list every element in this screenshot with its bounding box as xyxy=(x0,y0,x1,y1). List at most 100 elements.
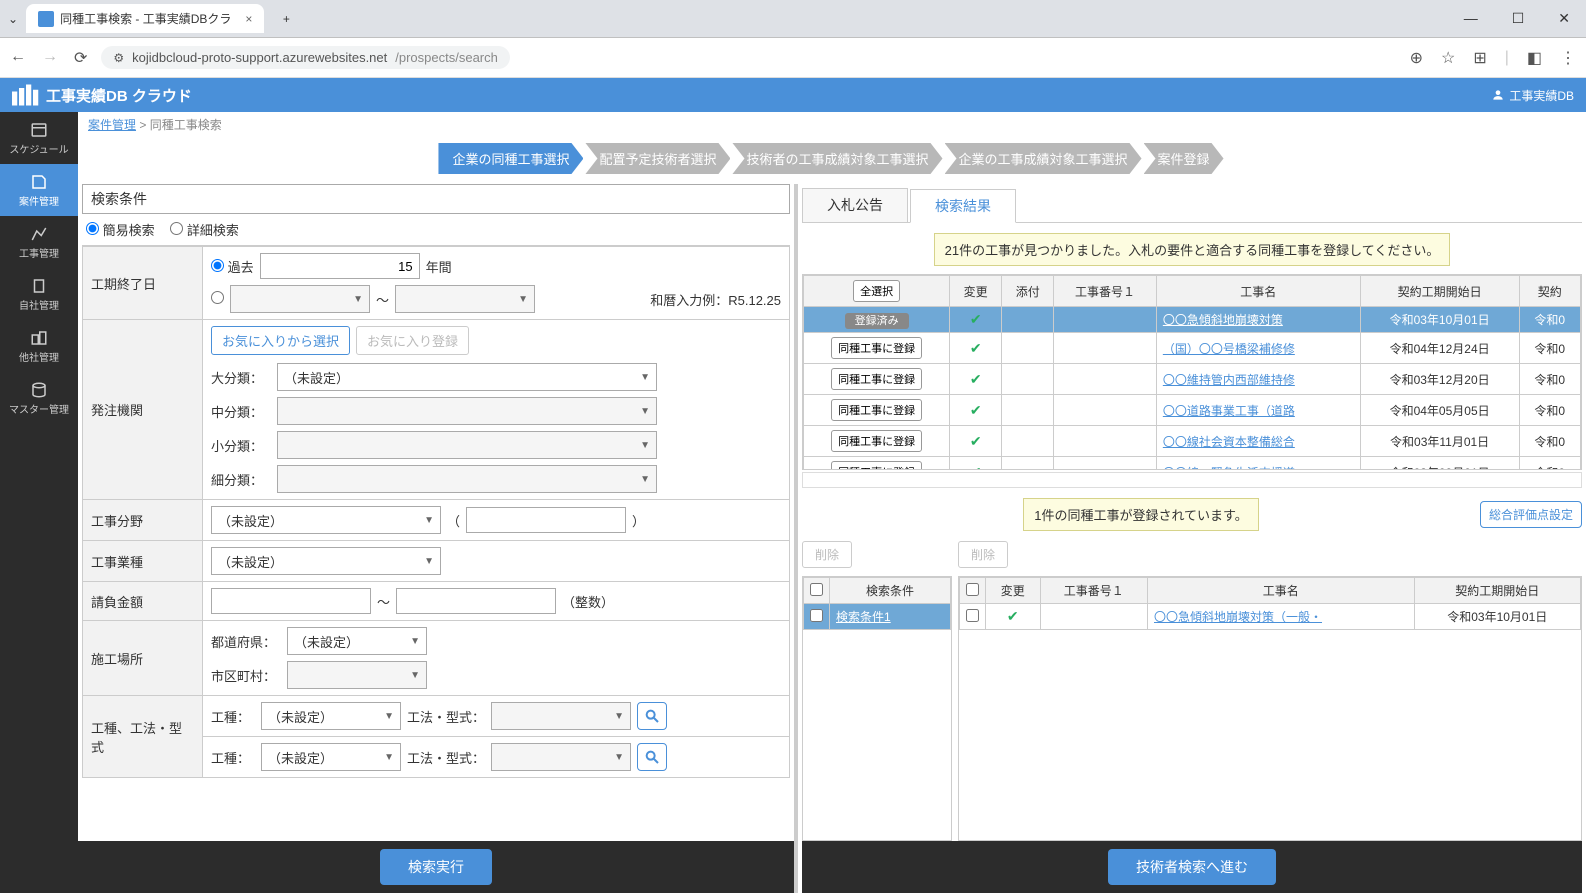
next-button[interactable]: 技術者検索へ進む xyxy=(1108,849,1276,885)
minimize-icon[interactable]: — xyxy=(1456,6,1486,31)
tab-result[interactable]: 検索結果 xyxy=(910,189,1016,223)
menu-icon[interactable]: ⋮ xyxy=(1560,48,1576,68)
reg-check-all[interactable] xyxy=(966,583,979,596)
nav-other-company[interactable]: 他社管理 xyxy=(0,320,78,372)
browser-tab[interactable]: 同種工事検索 - 工事実績DBクラ × xyxy=(26,4,264,33)
nav-master[interactable]: マスター管理 xyxy=(0,372,78,424)
search-exec-button[interactable]: 検索実行 xyxy=(380,849,492,885)
lbl-amount: 請負金額 xyxy=(83,582,203,621)
sel-field[interactable]: （未設定）▼ xyxy=(211,506,441,534)
amount-from[interactable] xyxy=(211,588,371,614)
check-icon: ✔ xyxy=(1007,608,1019,624)
radio-past[interactable]: 過去 xyxy=(211,257,254,276)
radio-range[interactable] xyxy=(211,291,224,307)
wizard-step-3[interactable]: 技術者の工事成績対象工事選択 xyxy=(732,143,942,174)
field-text[interactable] xyxy=(466,507,626,533)
sel-type[interactable]: （未設定）▼ xyxy=(211,547,441,575)
wizard-steps: 企業の同種工事選択 配置予定技術者選択 技術者の工事成績対象工事選択 企業の工事… xyxy=(78,137,1586,184)
sel-koushu-2[interactable]: （未設定）▼ xyxy=(261,743,401,771)
app-title: 工事実績DB クラウド xyxy=(46,85,192,106)
nav-own-company[interactable]: 自社管理 xyxy=(0,268,78,320)
check-icon: ✔ xyxy=(970,371,982,387)
url-input[interactable]: ⚙ kojidbcloud-proto-support.azurewebsite… xyxy=(101,46,509,69)
check-icon: ✔ xyxy=(970,433,982,449)
sel-kouhou-1[interactable]: ▼ xyxy=(491,702,631,730)
back-icon[interactable]: ← xyxy=(10,48,26,68)
register-button[interactable]: 同種工事に登録 xyxy=(831,368,922,390)
sel-big[interactable]: （未設定）▼ xyxy=(277,363,657,391)
cond-grid[interactable]: 検索条件 検索条件1 xyxy=(802,576,952,841)
sel-mid[interactable]: ▼ xyxy=(277,397,657,425)
registered-grid[interactable]: 変更 工事番号１ 工事名 契約工期開始日 ✔ 〇〇急傾斜地崩壊対策（一般・ xyxy=(958,576,1582,841)
sel-kouhou-2[interactable]: ▼ xyxy=(491,743,631,771)
result-grid[interactable]: 全選択 変更 添付 工事番号１ 工事名 契約工期開始日 契約 登録済み✔〇〇急傾… xyxy=(802,274,1582,470)
lbl-field: 工事分野 xyxy=(83,500,203,541)
sel-detail[interactable]: ▼ xyxy=(277,465,657,493)
nav-construction[interactable]: 工事管理 xyxy=(0,216,78,268)
registered-notice: 1件の同種工事が登録されています。 xyxy=(1023,498,1259,531)
search-icon-1[interactable] xyxy=(637,702,667,730)
sidepanel-icon[interactable]: ◧ xyxy=(1527,48,1542,68)
delete-right-button: 削除 xyxy=(958,541,1008,568)
search-icon-2[interactable] xyxy=(637,743,667,771)
wizard-step-5[interactable]: 案件登録 xyxy=(1144,143,1224,174)
sel-small[interactable]: ▼ xyxy=(277,431,657,459)
reload-icon[interactable]: ⟳ xyxy=(74,48,87,68)
work-name-link[interactable]: 〇〇線 緊急生活支援道 xyxy=(1163,466,1295,471)
date-from[interactable]: ▼ xyxy=(230,285,370,313)
register-button[interactable]: 同種工事に登録 xyxy=(831,399,922,421)
result-hscroll[interactable] xyxy=(802,472,1582,488)
work-name-link[interactable]: 〇〇維持管内西部維持修 xyxy=(1163,373,1295,387)
register-button[interactable]: 同種工事に登録 xyxy=(831,337,922,359)
lbl-period: 工期終了日 xyxy=(83,247,203,320)
wizard-step-1[interactable]: 企業の同種工事選択 xyxy=(438,143,583,174)
close-tab-icon[interactable]: × xyxy=(245,12,252,26)
nav-schedule[interactable]: スケジュール xyxy=(0,112,78,164)
work-name-link[interactable]: 〇〇急傾斜地崩壊対策 xyxy=(1163,313,1283,327)
register-button[interactable]: 同種工事に登録 xyxy=(831,430,922,452)
reg-name-link[interactable]: 〇〇急傾斜地崩壊対策（一般・ xyxy=(1154,610,1322,624)
maximize-icon[interactable]: ☐ xyxy=(1504,6,1533,31)
select-all-button[interactable]: 全選択 xyxy=(853,280,900,302)
tab-dropdown-icon[interactable]: ⌄ xyxy=(8,12,18,26)
wizard-step-4[interactable]: 企業の工事成績対象工事選択 xyxy=(945,143,1142,174)
amount-to[interactable] xyxy=(396,588,556,614)
lbl-type: 工事業種 xyxy=(83,541,203,582)
wizard-step-2[interactable]: 配置予定技術者選択 xyxy=(585,143,730,174)
cond-row-check[interactable] xyxy=(810,609,823,622)
sel-pref[interactable]: （未設定）▼ xyxy=(287,627,427,655)
eval-settings-button[interactable]: 総合評価点設定 xyxy=(1480,501,1582,528)
sel-city[interactable]: ▼ xyxy=(287,661,427,689)
bookmark-icon[interactable]: ☆ xyxy=(1441,48,1455,68)
work-name-link[interactable]: 〇〇線社会資本整備総合 xyxy=(1163,435,1295,449)
left-footer: 検索実行 xyxy=(78,841,794,893)
breadcrumb-link[interactable]: 案件管理 xyxy=(88,118,136,132)
work-name-link[interactable]: 〇〇道路事業工事（道路 xyxy=(1163,404,1295,418)
cond-link[interactable]: 検索条件1 xyxy=(836,610,891,624)
new-tab-button[interactable]: + xyxy=(272,5,300,33)
close-window-icon[interactable]: ✕ xyxy=(1550,6,1578,31)
tab-bid[interactable]: 入札公告 xyxy=(802,188,908,222)
cond-check-all[interactable] xyxy=(810,583,823,596)
work-name-link[interactable]: （国）〇〇号橋梁補修修 xyxy=(1163,342,1295,356)
favicon-icon xyxy=(38,11,54,27)
check-icon: ✔ xyxy=(970,340,982,356)
reg-row-check[interactable] xyxy=(966,609,979,622)
lbl-location: 施工場所 xyxy=(83,621,203,696)
register-button[interactable]: 同種工事に登録 xyxy=(831,461,922,470)
nav-cases[interactable]: 案件管理 xyxy=(0,164,78,216)
forward-icon[interactable]: → xyxy=(42,48,58,68)
sel-koushu-1[interactable]: （未設定）▼ xyxy=(261,702,401,730)
search-form[interactable]: 工期終了日 過去 年間 ▼ ～ xyxy=(82,245,790,841)
user-menu[interactable]: 工事実績DB xyxy=(1491,87,1574,104)
fav-select-button[interactable]: お気に入りから選択 xyxy=(211,326,350,355)
zoom-icon[interactable]: ⊕ xyxy=(1410,48,1423,68)
extensions-icon[interactable]: ⊞ xyxy=(1473,48,1486,68)
result-notice: 21件の工事が見つかりました。入札の要件と適合する同種工事を登録してください。 xyxy=(934,233,1451,266)
radio-simple[interactable]: 簡易検索 xyxy=(86,223,155,238)
site-info-icon[interactable]: ⚙ xyxy=(113,51,124,65)
years-input[interactable] xyxy=(260,253,420,279)
app-logo[interactable]: 工事実績DB クラウド xyxy=(12,84,192,106)
date-to[interactable]: ▼ xyxy=(395,285,535,313)
radio-detail[interactable]: 詳細検索 xyxy=(170,223,239,238)
